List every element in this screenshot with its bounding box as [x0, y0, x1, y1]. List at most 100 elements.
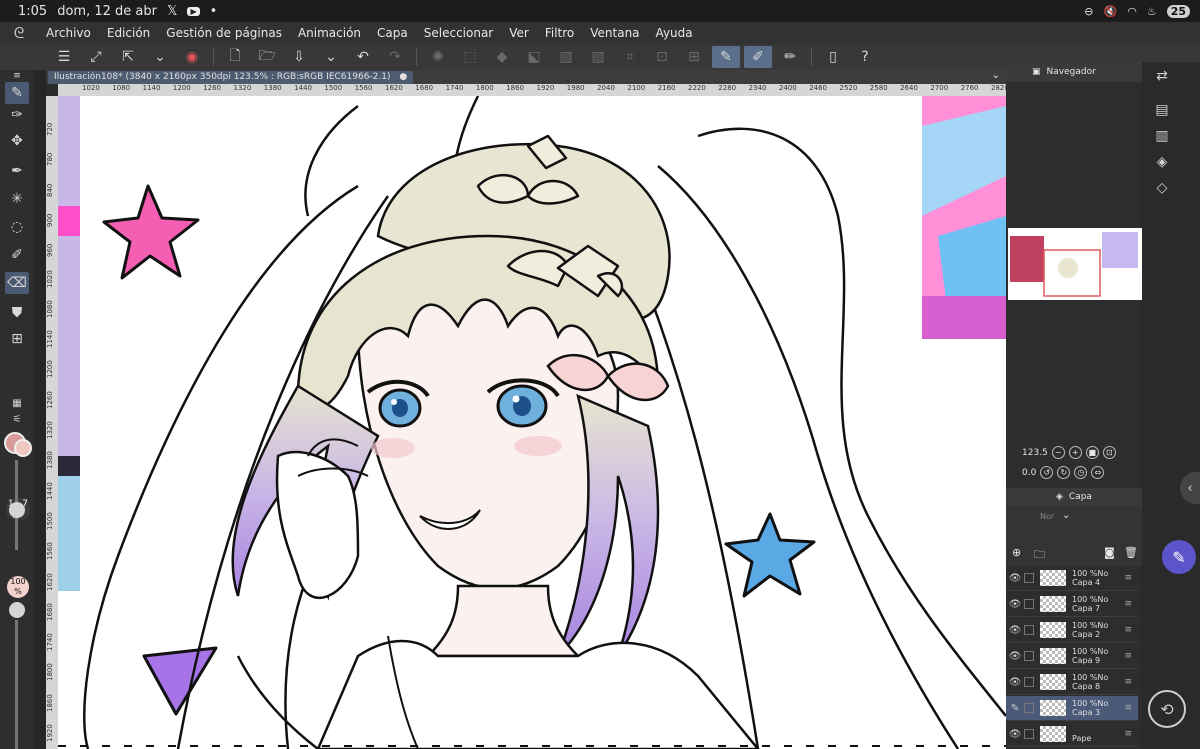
material-panel-icon[interactable]: ▥: [1148, 124, 1176, 148]
clear-outside-icon[interactable]: ▨: [584, 46, 612, 68]
layer-property-icon[interactable]: ◇: [1148, 176, 1176, 200]
snap-special-ruler-icon[interactable]: ✐: [744, 46, 772, 68]
eye-icon[interactable]: 👁: [1006, 729, 1024, 740]
eye-icon[interactable]: 👁: [1006, 599, 1024, 610]
layer-row[interactable]: 👁 100 %No Capa 8 ≡: [1006, 670, 1138, 695]
rotate-right-icon[interactable]: ↻: [1057, 466, 1071, 479]
resize-icon[interactable]: ⊡: [648, 46, 676, 68]
chevron-down-icon[interactable]: ⌄: [1062, 510, 1070, 521]
eye-icon[interactable]: 👁: [1006, 625, 1024, 636]
menu-seleccionar[interactable]: Seleccionar: [416, 26, 501, 40]
panel-swap-icon[interactable]: ⇄: [1148, 64, 1176, 88]
blend-mode-select[interactable]: Nor: [1040, 512, 1054, 521]
menu-ventana[interactable]: Ventana: [582, 26, 647, 40]
menu-edicion[interactable]: Edición: [99, 26, 158, 40]
document-tab[interactable]: Ilustración108* (3840 x 2160px 350dpi 12…: [48, 71, 414, 84]
menu-capa[interactable]: Capa: [369, 26, 416, 40]
opacity-slider-knob[interactable]: [9, 602, 25, 618]
redo-icon[interactable]: ↷: [381, 46, 409, 68]
drawing-canvas[interactable]: [58, 96, 1006, 749]
smartphone-icon[interactable]: ▯: [819, 46, 847, 68]
menu-ayuda[interactable]: Ayuda: [648, 26, 701, 40]
menu-animacion[interactable]: Animación: [290, 26, 369, 40]
magic-wand-icon[interactable]: ✳: [5, 188, 29, 210]
fill-bucket-icon[interactable]: ⛊: [5, 302, 29, 324]
layer-lock-checkbox[interactable]: [1024, 703, 1034, 713]
layer-panel-icon[interactable]: ◈: [1148, 150, 1176, 174]
app-logo-icon[interactable]: ᘓ: [0, 24, 38, 42]
hamburger-menu-icon[interactable]: ☰: [50, 46, 78, 68]
snap-ruler-icon[interactable]: ✎: [712, 46, 740, 68]
reset-rotation-icon[interactable]: ◷: [1074, 466, 1088, 479]
layer-mask-icon[interactable]: ◙: [1104, 546, 1115, 559]
brush-icon[interactable]: ✐: [5, 244, 29, 266]
menu-gestion-paginas[interactable]: Gestión de páginas: [158, 26, 290, 40]
eye-icon[interactable]: 👁: [1006, 651, 1024, 662]
menu-ver[interactable]: Ver: [501, 26, 537, 40]
layer-row[interactable]: 👁 100 %No Capa 2 ≡: [1006, 618, 1138, 643]
navigator-preview[interactable]: [1008, 228, 1142, 300]
clear-icon[interactable]: ▧: [552, 46, 580, 68]
actual-size-icon[interactable]: ■: [1085, 446, 1099, 459]
snap-grid-icon[interactable]: ✏: [776, 46, 804, 68]
save-icon[interactable]: ⇩: [285, 46, 313, 68]
screen-rotate-icon[interactable]: ⟲: [1148, 690, 1186, 728]
open-folder-icon[interactable]: 🗁: [253, 46, 281, 68]
grid-tool-icon[interactable]: ⊞: [5, 328, 29, 350]
layer-lock-checkbox[interactable]: [1024, 599, 1034, 609]
fit-icon[interactable]: ⊡: [1102, 446, 1116, 459]
layer-menu-icon[interactable]: ≡: [1124, 677, 1132, 687]
chevron-down-icon[interactable]: ⌄: [317, 46, 345, 68]
layer-row[interactable]: 👁 Pape ≡: [1006, 722, 1138, 747]
zoom-out-icon[interactable]: −: [1051, 446, 1065, 459]
eraser-icon[interactable]: ⌫: [5, 272, 29, 294]
export-icon[interactable]: ⇱: [114, 46, 142, 68]
canvas-size-icon[interactable]: ⤢: [82, 46, 110, 68]
color-panel-icon[interactable]: ▤: [1148, 98, 1176, 122]
layer-lock-checkbox[interactable]: [1024, 625, 1034, 635]
layer-menu-icon[interactable]: ≡: [1124, 599, 1132, 609]
navigator-header[interactable]: ▣ Navegador: [1006, 62, 1142, 82]
layer-row[interactable]: 👁 100 %No Capa 4 ≡: [1006, 566, 1138, 591]
layer-lock-checkbox[interactable]: [1024, 677, 1034, 687]
menu-filtro[interactable]: Filtro: [537, 26, 582, 40]
new-folder-icon[interactable]: 🗀: [1034, 546, 1045, 565]
layer-lock-checkbox[interactable]: [1024, 651, 1034, 661]
layer-menu-icon[interactable]: ≡: [1124, 703, 1132, 713]
fill-icon[interactable]: ◆: [488, 46, 516, 68]
palette-options-icon[interactable]: ⚟: [5, 408, 29, 430]
layer-lock-checkbox[interactable]: [1024, 729, 1034, 739]
floating-pen-button[interactable]: ✎: [1162, 540, 1196, 574]
new-layer-icon[interactable]: ⊕: [1012, 546, 1021, 559]
show-selection-icon[interactable]: ⊞: [680, 46, 708, 68]
move-icon[interactable]: ✥: [5, 130, 29, 152]
layer-menu-icon[interactable]: ≡: [1124, 729, 1132, 739]
layer-row[interactable]: ✎ 100 %No Capa 3 ≡: [1006, 696, 1138, 721]
brush-size-slider-knob[interactable]: [9, 502, 25, 518]
layer-row[interactable]: 👁 100 %No Capa 7 ≡: [1006, 592, 1138, 617]
eye-icon[interactable]: ✎: [1006, 703, 1024, 714]
deselect-icon[interactable]: ⬚: [456, 46, 484, 68]
record-icon[interactable]: ◉: [178, 46, 206, 68]
lasso-icon[interactable]: ◌: [5, 216, 29, 238]
crop-icon[interactable]: ⌗: [616, 46, 644, 68]
loading-icon[interactable]: ✺: [424, 46, 452, 68]
layer-row[interactable]: 👁 100 %No Capa 9 ≡: [1006, 644, 1138, 669]
chevron-down-icon[interactable]: ⌄: [992, 70, 1000, 81]
new-file-icon[interactable]: 🗋: [221, 46, 249, 68]
pen-icon[interactable]: ✒: [5, 160, 29, 182]
delete-layer-icon[interactable]: 🗑: [1124, 546, 1138, 559]
help-icon[interactable]: ?: [851, 46, 879, 68]
selected-tool-icon[interactable]: ✎: [5, 82, 29, 104]
rotate-left-icon[interactable]: ↺: [1040, 466, 1054, 479]
flip-icon[interactable]: ⇔: [1091, 466, 1105, 479]
layer-lock-checkbox[interactable]: [1024, 573, 1034, 583]
opacity-slider-track[interactable]: [15, 620, 18, 749]
layer-menu-icon[interactable]: ≡: [1124, 573, 1132, 583]
opacity-badge[interactable]: 100 %: [7, 576, 29, 598]
undo-icon[interactable]: ↶: [349, 46, 377, 68]
layer-menu-icon[interactable]: ≡: [1124, 625, 1132, 635]
layer-menu-icon[interactable]: ≡: [1124, 651, 1132, 661]
eye-icon[interactable]: 👁: [1006, 573, 1024, 584]
eyedropper-icon[interactable]: ✑: [5, 104, 29, 126]
